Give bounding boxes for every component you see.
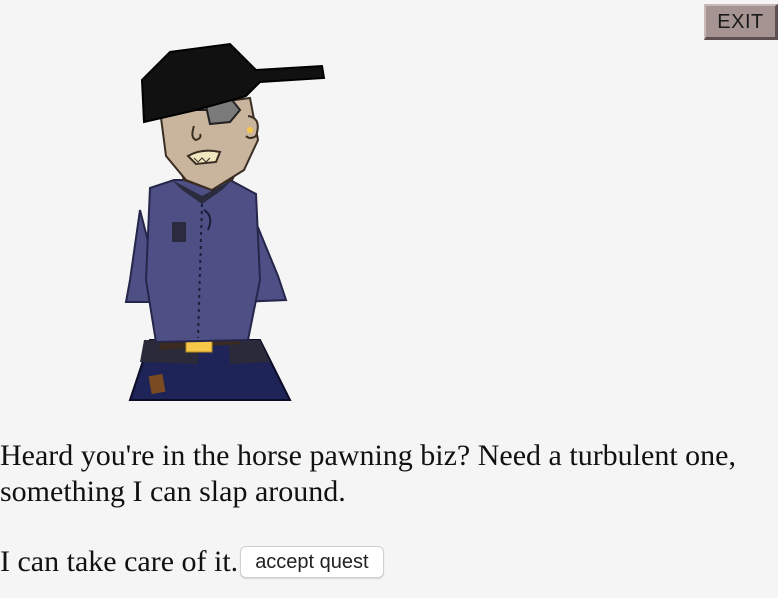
exit-button[interactable]: EXIT [704,4,778,40]
npc-dialogue-text: Heard you're in the horse pawning biz? N… [0,439,736,508]
response-text: I can take care of it. [0,545,239,578]
response-line: I can take care of it. accept quest [0,542,384,582]
npc-character-sprite [124,42,326,401]
accept-quest-button[interactable]: accept quest [240,546,384,578]
game-screen: EXIT Heard you're in the horse pawning b… [0,0,778,598]
